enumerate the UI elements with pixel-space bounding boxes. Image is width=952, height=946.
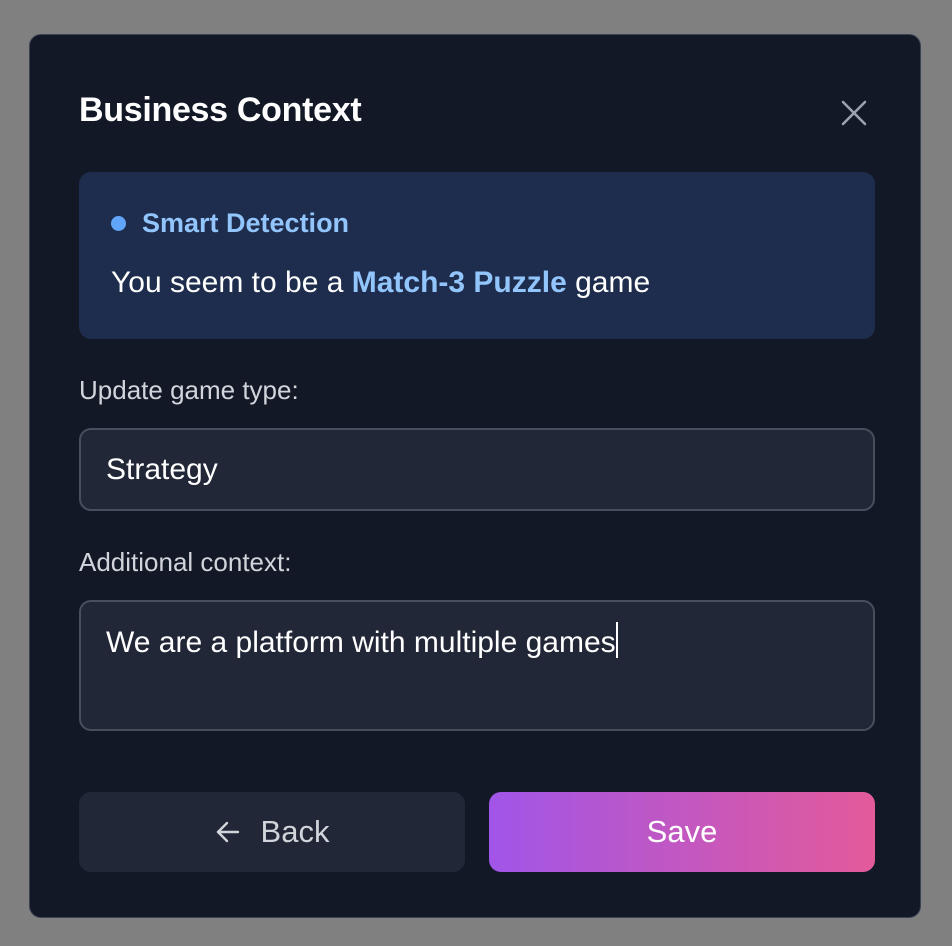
arrow-left-icon — [215, 819, 241, 845]
status-dot-icon — [111, 216, 126, 231]
business-context-dialog: Business Context Smart Detection You see… — [29, 34, 921, 918]
additional-context-textarea[interactable]: We are a platform with multiple games — [79, 600, 875, 731]
detected-game-type: Match-3 Puzzle — [351, 266, 567, 299]
game-type-label: Update game type: — [79, 375, 299, 405]
back-label: Back — [260, 814, 330, 849]
back-button[interactable]: Back — [79, 792, 465, 872]
smart-detection-label: Smart Detection — [142, 208, 350, 238]
text-cursor — [615, 622, 618, 658]
detection-text-after: game — [566, 266, 651, 299]
detection-text-before: You seem to be a — [111, 266, 352, 299]
additional-context-value: We are a platform with multiple games — [106, 626, 616, 659]
close-button[interactable] — [836, 95, 872, 131]
save-button[interactable]: Save — [489, 792, 875, 872]
save-label: Save — [646, 814, 718, 849]
detection-message: You seem to be a Match-3 Puzzle game — [111, 266, 650, 300]
game-type-input[interactable] — [79, 428, 875, 511]
additional-context-label: Additional context: — [79, 547, 292, 577]
close-icon — [841, 100, 867, 126]
dialog-title: Business Context — [79, 91, 362, 129]
smart-detection-panel: Smart Detection You seem to be a Match-3… — [79, 172, 875, 339]
